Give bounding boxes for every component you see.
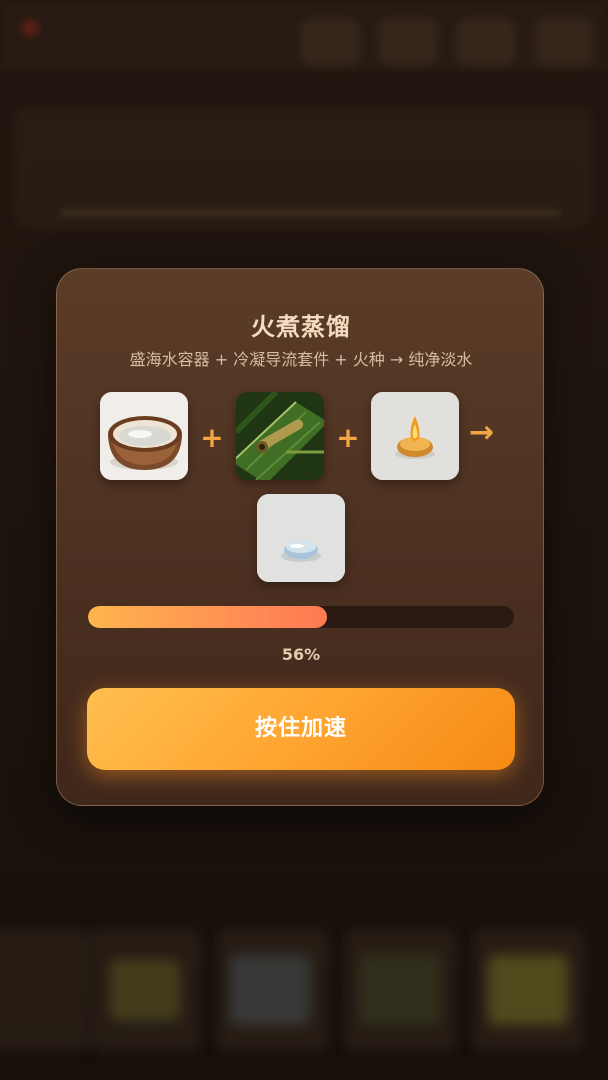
fresh-water-icon	[257, 494, 345, 582]
background-tile-image	[360, 955, 440, 1025]
hold-to-speed-up-button[interactable]: 按住加速	[87, 688, 515, 770]
background-tile-image	[230, 955, 310, 1025]
fire-icon	[371, 392, 459, 480]
recipe-formula: 盛海水容器 + 冷凝导流套件 + 火种 → 纯净淡水	[129, 350, 473, 369]
background-status-dot	[22, 20, 38, 36]
distillation-modal: 火煮蒸馏 盛海水容器 + 冷凝导流套件 + 火种 → 纯净淡水 + + → 56…	[56, 268, 544, 806]
progress-fill	[88, 606, 327, 628]
progress-bar	[88, 606, 514, 628]
background-bar	[60, 210, 560, 216]
background-button	[456, 18, 516, 66]
progress-percent: 56%	[281, 645, 321, 664]
background-button	[300, 18, 360, 66]
background-tile	[0, 930, 90, 1050]
background-button	[378, 18, 438, 66]
modal-title: 火煮蒸馏	[251, 313, 351, 341]
background-tile-image	[110, 960, 180, 1020]
plus-operator: +	[200, 421, 224, 454]
leaf-tube-kit-icon	[236, 392, 324, 480]
coconut-shell-icon	[100, 392, 188, 480]
arrow-operator: →	[469, 415, 495, 450]
background-button	[534, 18, 594, 66]
background-tile-image	[488, 955, 568, 1025]
plus-operator: +	[336, 421, 360, 454]
